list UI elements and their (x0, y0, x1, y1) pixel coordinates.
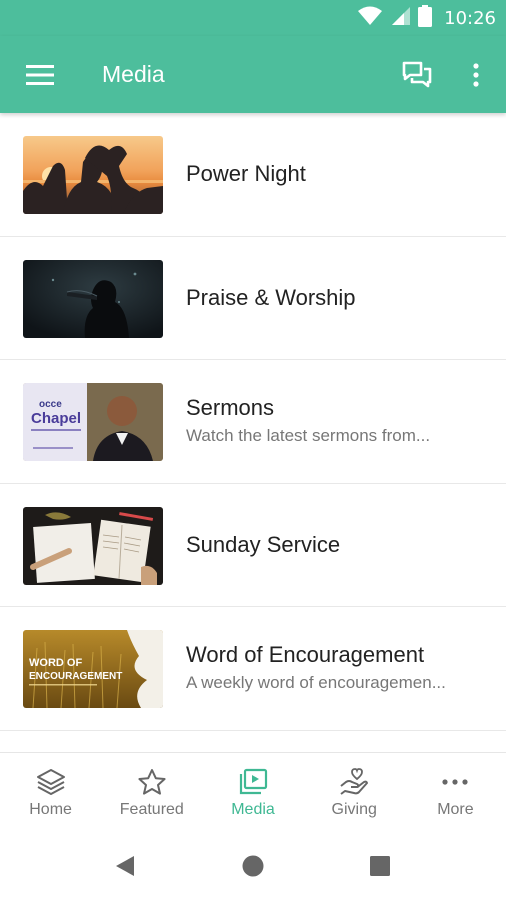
status-icons: 10:26 (358, 0, 496, 36)
media-item-sermons[interactable]: occe Chapel Sermons Watch the latest ser… (0, 360, 506, 484)
system-navigation-bar (0, 830, 506, 900)
media-thumbnail (23, 259, 163, 338)
back-icon (116, 856, 134, 876)
app-bar: Media (0, 36, 506, 113)
nav-item-media[interactable]: Media (202, 753, 303, 830)
chat-icon (402, 61, 432, 88)
woe-line2: ENCOURAGEMENT (29, 671, 122, 682)
media-item-title: Word of Encouragement (186, 642, 425, 668)
nav-label: Media (231, 801, 275, 818)
signal-icon (390, 6, 411, 31)
woe-line1: WORD OF (29, 657, 82, 669)
more-horiz-icon (440, 767, 470, 797)
recents-icon (370, 856, 390, 876)
nav-item-featured[interactable]: Featured (101, 753, 202, 830)
media-item-title: Praise & Worship (186, 284, 356, 310)
menu-button[interactable] (22, 58, 58, 92)
nav-item-home[interactable]: Home (0, 753, 101, 830)
nav-item-giving[interactable]: Giving (304, 753, 405, 830)
nav-label: Home (29, 801, 72, 818)
status-bar: 10:26 (0, 0, 506, 36)
hamburger-menu-icon (26, 65, 54, 85)
media-item-praise-worship[interactable]: Praise & Worship (0, 237, 506, 360)
media-item-power-night[interactable]: Power Night (0, 113, 506, 237)
layers-icon (36, 767, 66, 797)
media-item-text: Power Night (186, 113, 486, 236)
media-item-subtitle: A weekly word of encouragemen... (186, 673, 446, 693)
media-thumbnail: WORD OF ENCOURAGEMENT (23, 630, 163, 708)
nav-label: Giving (331, 801, 377, 818)
media-item-title: Power Night (186, 161, 306, 187)
video-library-icon (238, 767, 268, 797)
bottom-navigation: Home Featured Media Giving More (0, 752, 506, 830)
media-thumbnail: occe Chapel (23, 383, 163, 461)
media-item-text: Praise & Worship (186, 237, 486, 360)
media-item-text: Word of Encouragement A weekly word of e… (186, 607, 486, 730)
media-item-title: Sermons (186, 395, 275, 421)
media-thumbnail (23, 506, 163, 585)
more-vert-icon (473, 63, 479, 87)
media-item-title: Sunday Service (186, 531, 341, 557)
battery-icon (418, 4, 433, 32)
home-button[interactable] (239, 852, 267, 880)
nav-label: More (437, 801, 474, 818)
nav-label: Featured (119, 801, 184, 818)
sermons-sign-line1: occe (39, 399, 62, 410)
media-item-text: Sermons Watch the latest sermons from... (186, 360, 486, 483)
star-icon (137, 767, 167, 797)
recents-button[interactable] (366, 852, 394, 880)
page-title: Media (102, 61, 165, 87)
media-item-subtitle: Watch the latest sermons from... (186, 426, 431, 446)
media-thumbnail (23, 136, 163, 214)
media-list: Power Night Praise & Worship occe Chapel… (0, 113, 506, 731)
giving-hand-icon (339, 767, 369, 797)
media-item-word-of-encouragement[interactable]: WORD OF ENCOURAGEMENT Word of Encouragem… (0, 607, 506, 731)
sermons-sign-line2: Chapel (31, 410, 81, 427)
nav-item-more[interactable]: More (405, 753, 506, 830)
home-circle-icon (242, 855, 264, 877)
media-item-text: Sunday Service (186, 484, 486, 607)
wifi-icon (358, 6, 383, 31)
status-time: 10:26 (444, 7, 496, 29)
chat-button[interactable] (398, 56, 436, 94)
back-button[interactable] (111, 852, 139, 880)
overflow-menu-button[interactable] (462, 56, 490, 94)
media-item-sunday-service[interactable]: Sunday Service (0, 484, 506, 607)
